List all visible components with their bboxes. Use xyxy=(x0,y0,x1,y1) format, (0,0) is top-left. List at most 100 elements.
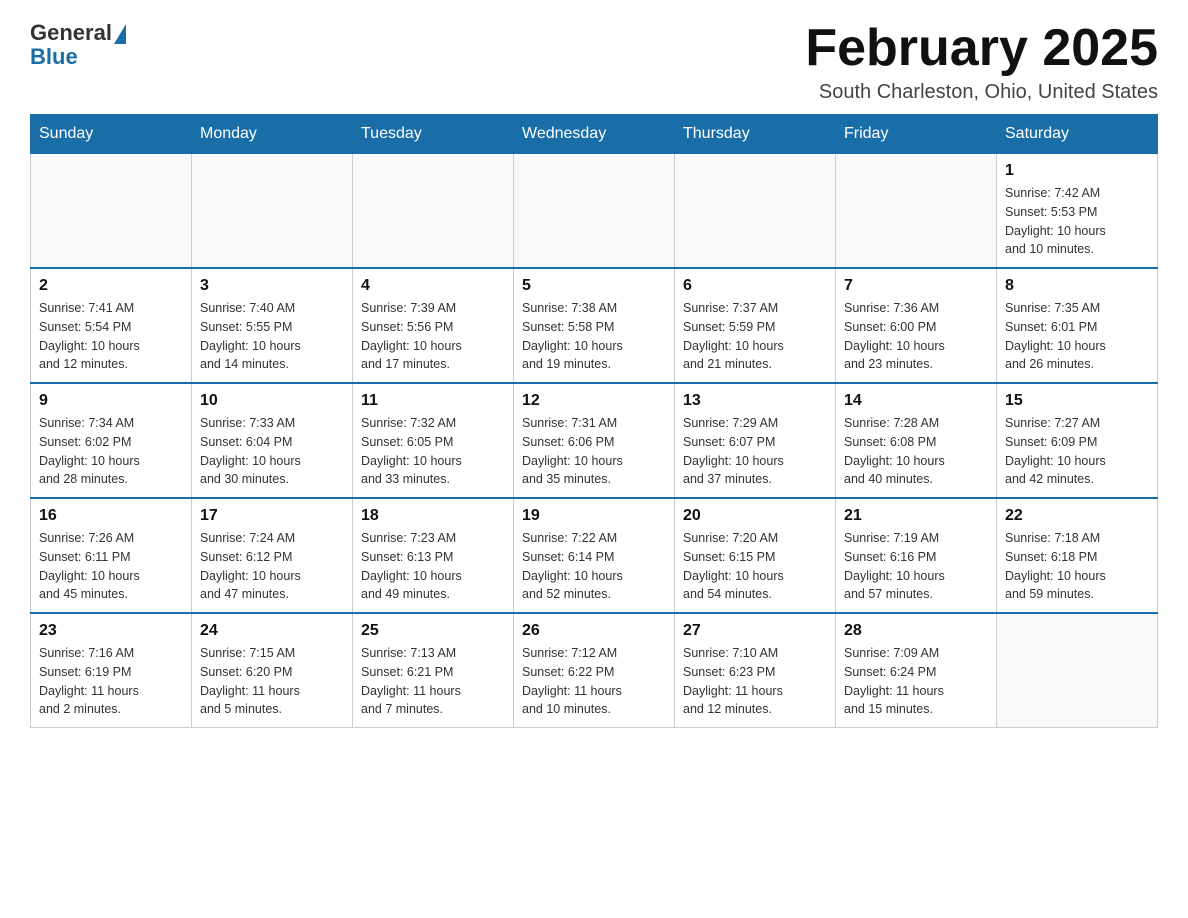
day-header-tuesday: Tuesday xyxy=(353,115,514,154)
calendar-cell xyxy=(836,154,997,269)
calendar-cell xyxy=(514,154,675,269)
calendar-cell: 4Sunrise: 7:39 AMSunset: 5:56 PMDaylight… xyxy=(353,268,514,383)
day-number: 1 xyxy=(1005,162,1149,180)
day-info: Sunrise: 7:34 AMSunset: 6:02 PMDaylight:… xyxy=(39,414,183,489)
day-info: Sunrise: 7:37 AMSunset: 5:59 PMDaylight:… xyxy=(683,299,827,374)
page-header: General Blue February 2025 South Charles… xyxy=(30,20,1158,104)
day-info: Sunrise: 7:36 AMSunset: 6:00 PMDaylight:… xyxy=(844,299,988,374)
calendar-table: SundayMondayTuesdayWednesdayThursdayFrid… xyxy=(30,114,1158,728)
calendar-week-row: 23Sunrise: 7:16 AMSunset: 6:19 PMDayligh… xyxy=(31,613,1158,728)
logo: General Blue xyxy=(30,20,126,70)
day-number: 17 xyxy=(200,507,344,525)
calendar-cell xyxy=(31,154,192,269)
calendar-cell: 10 Sunrise: 7:33 AMSunset: 6:04 PMDayligh… xyxy=(192,383,353,498)
calendar-cell: 15 Sunrise: 7:27 AMSunset: 6:09 PMDayligh… xyxy=(997,383,1158,498)
logo-blue-text: Blue xyxy=(30,44,78,70)
calendar-cell: 20Sunrise: 7:20 AMSunset: 6:15 PMDayligh… xyxy=(675,498,836,613)
day-number: 27 xyxy=(683,622,827,640)
day-header-friday: Friday xyxy=(836,115,997,154)
day-info: Sunrise: 7:12 AMSunset: 6:22 PMDaylight:… xyxy=(522,644,666,719)
day-info: Sunrise: 7:09 AMSunset: 6:24 PMDaylight:… xyxy=(844,644,988,719)
calendar-cell: 5 Sunrise: 7:38 AMSunset: 5:58 PMDaylight… xyxy=(514,268,675,383)
day-number: 21 xyxy=(844,507,988,525)
calendar-cell: 8 Sunrise: 7:35 AMSunset: 6:01 PMDaylight… xyxy=(997,268,1158,383)
day-number: 5 xyxy=(522,277,666,295)
calendar-cell: 21 Sunrise: 7:19 AMSunset: 6:16 PMDayligh… xyxy=(836,498,997,613)
day-number: 2 xyxy=(39,277,183,295)
calendar-week-row: 16 Sunrise: 7:26 AMSunset: 6:11 PMDayligh… xyxy=(31,498,1158,613)
day-number: 20 xyxy=(683,507,827,525)
day-number: 4 xyxy=(361,277,505,295)
calendar-cell xyxy=(353,154,514,269)
day-info: Sunrise: 7:38 AMSunset: 5:58 PMDaylight:… xyxy=(522,299,666,374)
day-info: Sunrise: 7:19 AMSunset: 6:16 PMDaylight:… xyxy=(844,529,988,604)
day-header-wednesday: Wednesday xyxy=(514,115,675,154)
calendar-cell: 12 Sunrise: 7:31 AMSunset: 6:06 PMDayligh… xyxy=(514,383,675,498)
calendar-cell: 23Sunrise: 7:16 AMSunset: 6:19 PMDayligh… xyxy=(31,613,192,728)
calendar-cell xyxy=(192,154,353,269)
day-info: Sunrise: 7:41 AMSunset: 5:54 PMDaylight:… xyxy=(39,299,183,374)
logo-general-text: General xyxy=(30,20,112,46)
calendar-cell: 7Sunrise: 7:36 AMSunset: 6:00 PMDaylight… xyxy=(836,268,997,383)
calendar-cell: 13 Sunrise: 7:29 AMSunset: 6:07 PMDayligh… xyxy=(675,383,836,498)
day-number: 14 xyxy=(844,392,988,410)
day-number: 15 xyxy=(1005,392,1149,410)
calendar-cell: 1 Sunrise: 7:42 AMSunset: 5:53 PMDaylight… xyxy=(997,154,1158,269)
location-text: South Charleston, Ohio, United States xyxy=(805,81,1158,104)
calendar-cell: 17 Sunrise: 7:24 AMSunset: 6:12 PMDayligh… xyxy=(192,498,353,613)
day-info: Sunrise: 7:18 AMSunset: 6:18 PMDaylight:… xyxy=(1005,529,1149,604)
day-info: Sunrise: 7:32 AMSunset: 6:05 PMDaylight:… xyxy=(361,414,505,489)
day-number: 13 xyxy=(683,392,827,410)
day-number: 9 xyxy=(39,392,183,410)
day-number: 6 xyxy=(683,277,827,295)
day-info: Sunrise: 7:10 AMSunset: 6:23 PMDaylight:… xyxy=(683,644,827,719)
calendar-cell: 11 Sunrise: 7:32 AMSunset: 6:05 PMDayligh… xyxy=(353,383,514,498)
day-info: Sunrise: 7:24 AMSunset: 6:12 PMDaylight:… xyxy=(200,529,344,604)
day-info: Sunrise: 7:13 AMSunset: 6:21 PMDaylight:… xyxy=(361,644,505,719)
calendar-cell: 27 Sunrise: 7:10 AMSunset: 6:23 PMDayligh… xyxy=(675,613,836,728)
calendar-cell xyxy=(997,613,1158,728)
day-number: 12 xyxy=(522,392,666,410)
day-number: 25 xyxy=(361,622,505,640)
calendar-cell: 14Sunrise: 7:28 AMSunset: 6:08 PMDayligh… xyxy=(836,383,997,498)
calendar-cell: 19Sunrise: 7:22 AMSunset: 6:14 PMDayligh… xyxy=(514,498,675,613)
calendar-cell xyxy=(675,154,836,269)
day-number: 26 xyxy=(522,622,666,640)
day-header-sunday: Sunday xyxy=(31,115,192,154)
logo-triangle-icon xyxy=(114,24,126,44)
day-info: Sunrise: 7:22 AMSunset: 6:14 PMDaylight:… xyxy=(522,529,666,604)
calendar-cell: 24 Sunrise: 7:15 AMSunset: 6:20 PMDayligh… xyxy=(192,613,353,728)
calendar-cell: 6 Sunrise: 7:37 AMSunset: 5:59 PMDaylight… xyxy=(675,268,836,383)
day-info: Sunrise: 7:33 AMSunset: 6:04 PMDaylight:… xyxy=(200,414,344,489)
calendar-header-row: SundayMondayTuesdayWednesdayThursdayFrid… xyxy=(31,115,1158,154)
calendar-week-row: 9 Sunrise: 7:34 AMSunset: 6:02 PMDaylight… xyxy=(31,383,1158,498)
calendar-cell: 26 Sunrise: 7:12 AMSunset: 6:22 PMDayligh… xyxy=(514,613,675,728)
day-number: 18 xyxy=(361,507,505,525)
day-info: Sunrise: 7:26 AMSunset: 6:11 PMDaylight:… xyxy=(39,529,183,604)
day-number: 8 xyxy=(1005,277,1149,295)
day-info: Sunrise: 7:27 AMSunset: 6:09 PMDaylight:… xyxy=(1005,414,1149,489)
calendar-cell: 18Sunrise: 7:23 AMSunset: 6:13 PMDayligh… xyxy=(353,498,514,613)
day-info: Sunrise: 7:29 AMSunset: 6:07 PMDaylight:… xyxy=(683,414,827,489)
day-info: Sunrise: 7:42 AMSunset: 5:53 PMDaylight:… xyxy=(1005,184,1149,259)
day-info: Sunrise: 7:35 AMSunset: 6:01 PMDaylight:… xyxy=(1005,299,1149,374)
calendar-week-row: 1 Sunrise: 7:42 AMSunset: 5:53 PMDaylight… xyxy=(31,154,1158,269)
title-section: February 2025 South Charleston, Ohio, Un… xyxy=(805,20,1158,104)
day-number: 16 xyxy=(39,507,183,525)
calendar-week-row: 2 Sunrise: 7:41 AMSunset: 5:54 PMDaylight… xyxy=(31,268,1158,383)
day-info: Sunrise: 7:16 AMSunset: 6:19 PMDaylight:… xyxy=(39,644,183,719)
calendar-cell: 28Sunrise: 7:09 AMSunset: 6:24 PMDayligh… xyxy=(836,613,997,728)
calendar-cell: 25 Sunrise: 7:13 AMSunset: 6:21 PMDayligh… xyxy=(353,613,514,728)
calendar-cell: 2 Sunrise: 7:41 AMSunset: 5:54 PMDaylight… xyxy=(31,268,192,383)
day-number: 11 xyxy=(361,392,505,410)
day-info: Sunrise: 7:31 AMSunset: 6:06 PMDaylight:… xyxy=(522,414,666,489)
day-number: 10 xyxy=(200,392,344,410)
day-number: 3 xyxy=(200,277,344,295)
day-header-thursday: Thursday xyxy=(675,115,836,154)
day-info: Sunrise: 7:40 AMSunset: 5:55 PMDaylight:… xyxy=(200,299,344,374)
calendar-cell: 22 Sunrise: 7:18 AMSunset: 6:18 PMDayligh… xyxy=(997,498,1158,613)
day-info: Sunrise: 7:15 AMSunset: 6:20 PMDaylight:… xyxy=(200,644,344,719)
day-number: 22 xyxy=(1005,507,1149,525)
day-header-monday: Monday xyxy=(192,115,353,154)
day-number: 24 xyxy=(200,622,344,640)
